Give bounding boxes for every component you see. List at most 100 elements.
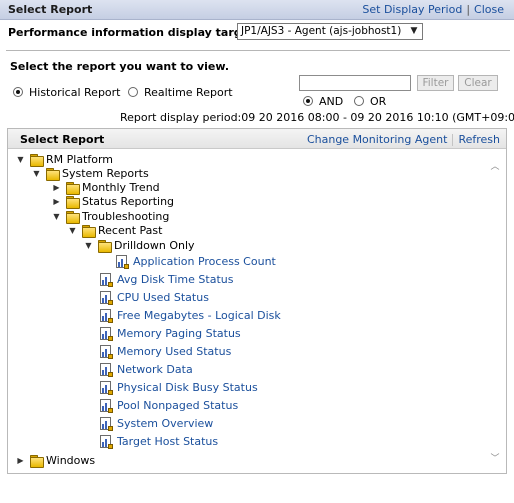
title-bar: Select Report Set Display Period | Close [0, 0, 514, 20]
link-separator: | [466, 3, 471, 16]
triangle-down-icon[interactable]: ▼ [84, 241, 93, 250]
tree-node-report[interactable]: Free Megabytes - Logical Disk [100, 309, 320, 324]
panel-link-separator [452, 134, 454, 146]
tree-label[interactable]: Windows [46, 454, 95, 467]
report-link[interactable]: Memory Paging Status [117, 327, 241, 340]
tree-label[interactable]: Status Reporting [82, 195, 174, 208]
triangle-down-icon[interactable]: ▼ [68, 226, 77, 235]
triangle-right-icon[interactable]: ▶ [16, 456, 25, 465]
target-row: Performance information display target: … [8, 23, 508, 45]
panel-header: Select Report Change Monitoring Agent Ref… [8, 129, 506, 149]
tree-label[interactable]: Monthly Trend [82, 181, 160, 194]
tree-node-status-reporting[interactable]: ▶ Status Reporting [52, 195, 252, 210]
report-link[interactable]: Pool Nonpaged Status [117, 399, 238, 412]
title-links: Set Display Period | Close [362, 3, 504, 16]
close-link[interactable]: Close [474, 3, 504, 16]
report-icon [116, 255, 129, 269]
report-link[interactable]: Application Process Count [133, 255, 276, 268]
change-monitoring-agent-link[interactable]: Change Monitoring Agent [307, 133, 448, 146]
tree-label[interactable]: Drilldown Only [114, 239, 195, 252]
report-link[interactable]: Target Host Status [117, 435, 218, 448]
tree-node-report[interactable]: Memory Used Status [100, 345, 320, 360]
historical-report-radio[interactable] [13, 87, 23, 97]
folder-icon [66, 211, 80, 224]
tree-node-report[interactable]: Network Data [100, 363, 320, 378]
tree-node-monthly-trend[interactable]: ▶ Monthly Trend [52, 181, 252, 196]
panel-links: Change Monitoring Agent Refresh [307, 133, 500, 146]
window-title: Select Report [8, 3, 93, 16]
or-radio[interactable] [354, 96, 364, 106]
realtime-report-radio[interactable] [128, 87, 138, 97]
report-icon [100, 435, 113, 449]
folder-icon [66, 196, 80, 209]
set-display-period-link[interactable]: Set Display Period [362, 3, 462, 16]
filter-input[interactable] [299, 75, 411, 91]
tree-node-report[interactable]: Physical Disk Busy Status [100, 381, 320, 396]
tree-node-report[interactable]: Avg Disk Time Status [100, 273, 320, 288]
triangle-down-icon[interactable]: ▼ [52, 212, 61, 221]
tree-node-windows[interactable]: ▶ Windows [16, 454, 216, 469]
and-label[interactable]: AND [319, 95, 343, 108]
folder-icon [98, 240, 112, 253]
and-radio[interactable] [303, 96, 313, 106]
report-link[interactable]: System Overview [117, 417, 213, 430]
report-icon [100, 273, 113, 287]
report-icon [100, 327, 113, 341]
target-select[interactable]: JP1/AJS3 - Agent (ajs-jobhost1) ▼ [237, 23, 423, 40]
folder-icon [30, 455, 44, 468]
triangle-down-icon[interactable]: ▼ [32, 169, 41, 178]
report-tree-panel: Select Report Change Monitoring Agent Ref… [7, 128, 507, 474]
chevron-down-icon[interactable]: ▼ [408, 26, 420, 37]
tree-node-application-process-count[interactable]: Application Process Count [116, 255, 336, 270]
tree-label[interactable]: RM Platform [46, 153, 113, 166]
scrollbar[interactable]: ︿ ﹀ [488, 153, 502, 469]
report-link[interactable]: Avg Disk Time Status [117, 273, 233, 286]
tree-node-report[interactable]: System Overview [100, 417, 320, 432]
tree-node-report[interactable]: Pool Nonpaged Status [100, 399, 320, 414]
report-icon [100, 417, 113, 431]
refresh-link[interactable]: Refresh [458, 133, 500, 146]
clear-button[interactable]: Clear [458, 75, 498, 91]
tree-label[interactable]: Troubleshooting [82, 210, 169, 223]
folder-icon [82, 225, 96, 238]
report-icon [100, 399, 113, 413]
report-link[interactable]: Memory Used Status [117, 345, 231, 358]
tree-node-recent-past[interactable]: ▼ Recent Past [68, 224, 268, 239]
tree-label[interactable]: Recent Past [98, 224, 162, 237]
tree-node-drilldown-only[interactable]: ▼ Drilldown Only [84, 239, 284, 254]
report-icon [100, 381, 113, 395]
report-link[interactable]: Network Data [117, 363, 193, 376]
report-icon [100, 291, 113, 305]
realtime-report-label[interactable]: Realtime Report [144, 86, 233, 99]
divider [6, 50, 510, 51]
triangle-right-icon[interactable]: ▶ [52, 183, 61, 192]
report-link[interactable]: CPU Used Status [117, 291, 209, 304]
tree-node-troubleshooting[interactable]: ▼ Troubleshooting [52, 210, 252, 225]
or-label[interactable]: OR [370, 95, 386, 108]
tree-node-report[interactable]: Target Host Status [100, 435, 320, 450]
tree-node-system-reports[interactable]: ▼ System Reports [32, 167, 232, 182]
panel-title: Select Report [20, 133, 105, 146]
scroll-down-icon[interactable]: ﹀ [488, 453, 502, 465]
triangle-down-icon[interactable]: ▼ [16, 155, 25, 164]
folder-icon [46, 168, 60, 181]
tree-node-report[interactable]: CPU Used Status [100, 291, 320, 306]
tree-label[interactable]: System Reports [62, 167, 149, 180]
report-icon [100, 345, 113, 359]
report-icon [100, 363, 113, 377]
folder-icon [66, 182, 80, 195]
folder-icon [30, 154, 44, 167]
tree-node-report[interactable]: Memory Paging Status [100, 327, 320, 342]
target-select-value: JP1/AJS3 - Agent (ajs-jobhost1) [241, 25, 402, 37]
report-icon [100, 309, 113, 323]
report-display-period: Report display period:09 20 2016 08:00 -… [120, 111, 514, 124]
filter-button[interactable]: Filter [417, 75, 454, 91]
report-link[interactable]: Physical Disk Busy Status [117, 381, 258, 394]
historical-report-label[interactable]: Historical Report [29, 86, 121, 99]
select-prompt: Select the report you want to view. [10, 60, 230, 73]
scroll-up-icon[interactable]: ︿ [488, 161, 502, 173]
tree-node-rm-platform[interactable]: ▼ RM Platform [16, 153, 216, 168]
target-label: Performance information display target: [8, 26, 259, 39]
triangle-right-icon[interactable]: ▶ [52, 197, 61, 206]
report-link[interactable]: Free Megabytes - Logical Disk [117, 309, 281, 322]
